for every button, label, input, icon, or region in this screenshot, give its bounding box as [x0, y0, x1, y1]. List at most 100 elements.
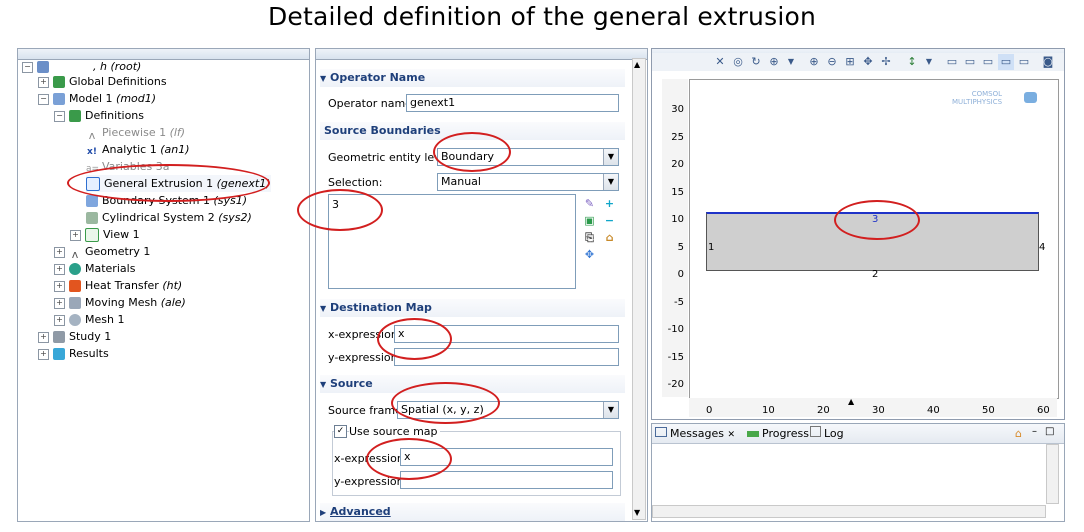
close-icon[interactable]: ✕	[727, 430, 735, 440]
collapse-triangle-icon: ▼	[320, 380, 327, 389]
tree-item-general-extrusion-1[interactable]: General Extrusion 1 (genext1)	[86, 175, 271, 192]
rotate-icon[interactable]: ↻	[748, 54, 764, 70]
zoom-extents-icon[interactable]: ⊞	[842, 54, 858, 70]
pan-icon[interactable]: ✢	[878, 54, 894, 70]
expand-icon[interactable]: +	[54, 314, 65, 326]
dropdown-arrow-icon[interactable]: ▼	[603, 149, 618, 165]
tree-item-label: Geometry 1	[85, 245, 151, 258]
expand-icon[interactable]: +	[38, 331, 49, 343]
use-source-map-label: Use source map	[349, 425, 440, 438]
tab-progress[interactable]: Progress	[747, 426, 809, 442]
select-boundary-icon[interactable]: ▭	[962, 54, 978, 70]
operator-name-input[interactable]: genext1	[406, 94, 619, 112]
scroll-down-arrow-icon[interactable]: ▼	[634, 508, 640, 517]
source-frame-select[interactable]: Spatial (x, y, z) ▼	[397, 401, 619, 419]
source-boundaries-section-header[interactable]: Source Boundaries	[320, 122, 625, 140]
x-tick-label: 30	[872, 405, 885, 416]
tree-item-view-1[interactable]: + View 1	[70, 226, 140, 243]
tree-item-variables-3a[interactable]: a= Variables 3a	[86, 158, 170, 175]
messages-horizontal-scrollbar[interactable]	[652, 505, 1046, 518]
remove-from-selection-icon[interactable]: −	[603, 214, 616, 227]
destination-x-expression-input[interactable]: x	[394, 325, 619, 343]
settings-scrollbar[interactable]	[632, 58, 646, 520]
source-y-expression-input[interactable]	[400, 471, 613, 489]
tree-item-heat-transfer[interactable]: + Heat Transfer (ht)	[54, 277, 182, 294]
minimize-icon[interactable]: –	[1032, 426, 1037, 437]
destination-y-expression-input[interactable]	[394, 348, 619, 366]
destination-map-section-header[interactable]: ▼ Destination Map	[320, 299, 625, 317]
boundary-system-icon	[86, 195, 98, 207]
tree-item-mesh-1[interactable]: + Mesh 1	[54, 311, 124, 328]
zoom-to-selection-icon[interactable]: ✥	[583, 248, 596, 261]
zoom-selection-icon[interactable]: ✥	[860, 54, 876, 70]
collapse-icon[interactable]: −	[22, 61, 33, 73]
tree-item-model-1[interactable]: − Model 1 (mod1)	[38, 90, 156, 107]
tree-item-tag: (ale)	[160, 296, 186, 309]
scroll-up-arrow-icon[interactable]: ▲	[634, 60, 640, 69]
tree-item-definitions[interactable]: − Definitions	[54, 107, 144, 124]
dropdown-icon[interactable]: ▼	[921, 54, 937, 70]
y-tick-label: 15	[671, 187, 684, 198]
tree-item-boundary-system-1[interactable]: Boundary System 1 (sys1)	[86, 192, 247, 209]
zoom-out-icon[interactable]: ⊖	[824, 54, 840, 70]
expand-icon[interactable]: +	[54, 297, 65, 309]
clear-selection-icon[interactable]: ⌂	[603, 231, 616, 244]
source-x-expression-input[interactable]: x	[400, 448, 613, 466]
advanced-section-header[interactable]: ▶ Advanced	[320, 503, 625, 521]
expand-icon[interactable]: +	[38, 348, 49, 360]
boundary-3-label: 3	[872, 214, 879, 225]
messages-scrollbar[interactable]	[1046, 444, 1059, 504]
tab-log[interactable]: Log	[810, 426, 844, 442]
y-tick-label: -5	[674, 297, 684, 308]
tree-item-results[interactable]: + Results	[38, 345, 109, 362]
clear-messages-icon[interactable]: ⌂	[1015, 427, 1022, 440]
camera-icon[interactable]: ⊕	[766, 54, 782, 70]
tree-item-cylindrical-system-2[interactable]: Cylindrical System 2 (sys2)	[86, 209, 252, 226]
dropdown-icon[interactable]: ▼	[783, 54, 799, 70]
selection-select[interactable]: Manual ▼	[437, 173, 619, 191]
collapse-icon[interactable]: −	[54, 110, 65, 122]
zoom-in-icon[interactable]: ⊕	[806, 54, 822, 70]
wireframe-icon[interactable]: ▭	[1016, 54, 1032, 70]
screenshot-icon[interactable]: ◙	[1040, 54, 1056, 70]
select-domain-icon[interactable]: ▭	[944, 54, 960, 70]
expand-icon[interactable]: +	[54, 280, 65, 292]
geometric-entity-level-select[interactable]: Boundary ▼	[437, 148, 619, 166]
collapse-icon[interactable]: −	[38, 93, 49, 105]
go-to-view-icon[interactable]: ◎	[730, 54, 746, 70]
maximize-icon[interactable]: □	[1045, 426, 1054, 437]
tree-item-analytic-1[interactable]: x! Analytic 1 (an1)	[86, 141, 189, 158]
dropdown-arrow-icon[interactable]: ▼	[603, 402, 618, 418]
study-icon	[53, 331, 65, 343]
dropdown-arrow-icon[interactable]: ▼	[603, 174, 618, 190]
paste-selection-icon[interactable]: ✎	[583, 197, 596, 210]
tree-item-materials[interactable]: + Materials	[54, 260, 135, 277]
tree-item-global-definitions[interactable]: + Global Definitions	[38, 73, 167, 90]
tab-messages[interactable]: Messages ✕	[655, 426, 735, 442]
boundary-4-label: 4	[1039, 242, 1046, 253]
tree-item-label: Study 1	[69, 330, 112, 343]
tree-item-moving-mesh[interactable]: + Moving Mesh (ale)	[54, 294, 186, 311]
add-to-selection-icon[interactable]: +	[603, 197, 616, 210]
tree-item-piecewise-1[interactable]: ʌ Piecewise 1 (lf)	[86, 124, 185, 142]
operator-name-section-header[interactable]: ▼ Operator Name	[320, 69, 625, 87]
select-point-icon[interactable]: ▭	[980, 54, 996, 70]
use-source-map-checkbox[interactable]: ✓	[334, 425, 347, 438]
expand-icon[interactable]: +	[70, 229, 81, 241]
selection-list[interactable]: 3	[328, 194, 576, 289]
select-from-graphics-icon[interactable]: ▣	[583, 214, 596, 227]
selection-list-item[interactable]: 3	[332, 198, 339, 211]
source-section-header[interactable]: ▼ Source	[320, 375, 625, 393]
expand-icon[interactable]: +	[38, 76, 49, 88]
tree-item-label: Boundary System 1	[102, 194, 210, 207]
zoom-box-icon[interactable]: ✕	[712, 54, 728, 70]
tree-item-label: View 1	[103, 228, 140, 241]
tree-item-study-1[interactable]: + Study 1	[38, 328, 111, 345]
axis-icon[interactable]: ↕	[904, 54, 920, 70]
copy-selection-icon[interactable]: ⎘	[583, 231, 596, 244]
expand-icon[interactable]: +	[54, 246, 65, 258]
select-all-icon[interactable]: ▭	[998, 54, 1014, 70]
expand-icon[interactable]: +	[54, 263, 65, 275]
tree-item-label: Global Definitions	[69, 75, 167, 88]
tree-item-geometry-1[interactable]: + ʌ Geometry 1	[54, 243, 151, 261]
